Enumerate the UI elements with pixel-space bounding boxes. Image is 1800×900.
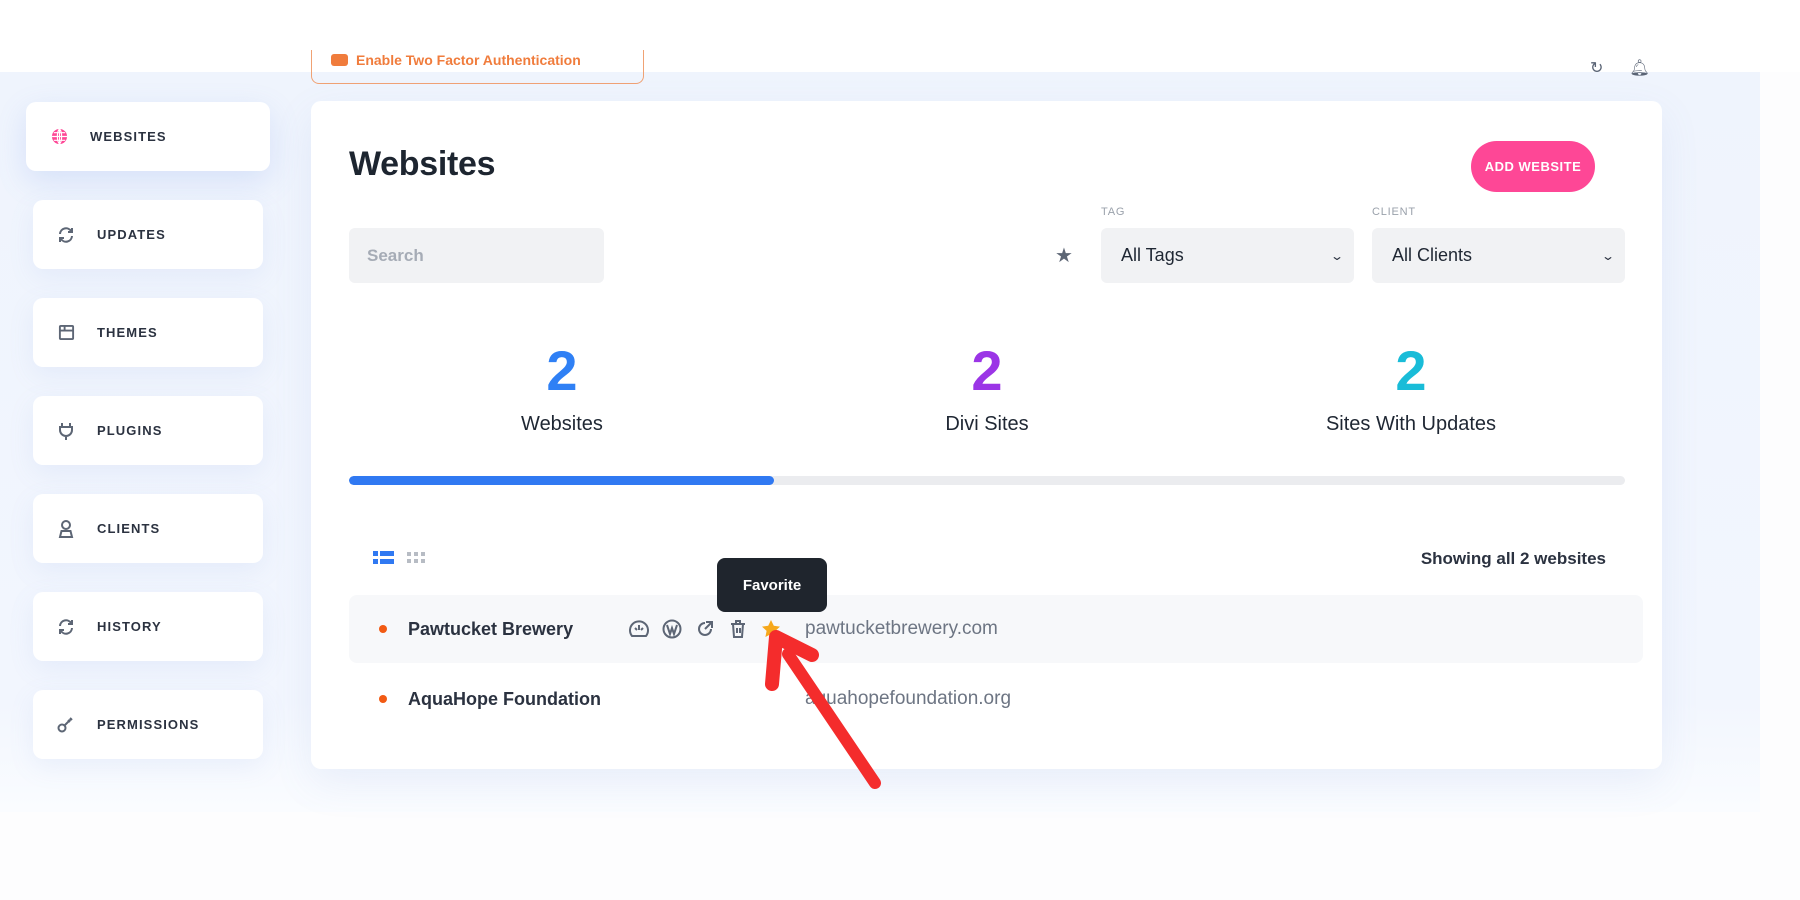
sidebar-item-label: WEBSITES (90, 129, 167, 144)
sidebar-item-label: THEMES (97, 325, 158, 340)
stat-label: Sites With Updates (1325, 413, 1497, 435)
stat-websites[interactable]: 2 Websites (412, 341, 712, 436)
history-icon (57, 618, 75, 636)
stats-tab-indicator (349, 476, 774, 485)
favorite-tooltip: Favorite (717, 558, 827, 612)
site-row[interactable]: Pawtucket Brewery pawtucketbrewery.com (349, 595, 1643, 663)
site-row[interactable]: AquaHope Foundation aquahopefoundation.o… (349, 665, 1643, 733)
wordpress-icon[interactable] (661, 618, 683, 640)
external-link-icon[interactable] (694, 618, 716, 640)
site-url[interactable]: aquahopefoundation.org (805, 688, 1011, 710)
top-icons: ↻ 🔔︎ (1590, 58, 1650, 78)
enable-2fa-label: Enable Two Factor Authentication (356, 51, 581, 68)
websites-panel: Websites ADD WEBSITE ★ TAG All Tags ⌄ CL… (311, 101, 1662, 769)
row-actions (628, 618, 782, 640)
sidebar-item-permissions[interactable]: PERMISSIONS (33, 690, 263, 759)
tag-select-value: All Tags (1121, 245, 1184, 265)
chevron-down-icon: ⌄ (1600, 248, 1616, 263)
chevron-down-icon: ⌄ (1329, 248, 1345, 263)
key-icon (57, 716, 75, 734)
sidebar-item-websites[interactable]: WEBSITES (26, 102, 270, 171)
stat-value: 2 (546, 339, 578, 402)
sidebar-item-plugins[interactable]: PLUGINS (33, 396, 263, 465)
stat-value: 2 (971, 339, 1003, 402)
theme-window-icon (57, 324, 75, 342)
trash-icon[interactable] (727, 618, 749, 640)
notification-bell-icon[interactable]: 🔔︎ (1629, 58, 1649, 78)
tag-filter-label: TAG (1101, 206, 1126, 218)
tag-select[interactable]: All Tags ⌄ (1101, 228, 1354, 283)
enable-2fa-button[interactable]: Enable Two Factor Authentication (311, 50, 644, 84)
add-website-button[interactable]: ADD WEBSITE (1471, 141, 1595, 192)
client-select-value: All Clients (1392, 245, 1473, 265)
search-input[interactable] (349, 228, 604, 283)
page-title: Websites (349, 145, 496, 183)
user-icon (57, 519, 75, 538)
grid-view-icon[interactable] (407, 550, 427, 571)
showing-count: Showing all 2 websites (1420, 549, 1606, 568)
dashboard-icon[interactable] (628, 618, 650, 640)
refresh-icon (57, 226, 75, 244)
stat-sites-with-updates[interactable]: 2 Sites With Updates (1261, 341, 1561, 436)
plug-icon (57, 422, 75, 440)
sidebar-item-label: CLIENTS (97, 521, 161, 536)
sidebar-item-label: PERMISSIONS (97, 717, 200, 732)
globe-icon (50, 128, 68, 146)
stat-label: Websites (521, 413, 603, 435)
stats-tab-indicator-track (349, 476, 1625, 485)
refresh-icon[interactable]: ↻ (1590, 58, 1603, 78)
stat-label: Divi Sites (945, 413, 1029, 435)
client-filter-label: CLIENT (1372, 206, 1416, 218)
sidebar-item-history[interactable]: HISTORY (33, 592, 263, 661)
lock-icon (331, 53, 348, 66)
status-dot (379, 695, 387, 703)
favorites-filter-star-icon[interactable]: ★ (1055, 243, 1073, 268)
stat-divi-sites[interactable]: 2 Divi Sites (837, 341, 1137, 436)
site-name[interactable]: AquaHope Foundation (408, 689, 628, 710)
sidebar-item-clients[interactable]: CLIENTS (33, 494, 263, 563)
top-bar (0, 0, 1800, 72)
list-view-icon[interactable] (373, 550, 395, 571)
sidebar-item-label: PLUGINS (97, 423, 163, 438)
client-select[interactable]: All Clients ⌄ (1372, 228, 1625, 283)
sidebar-item-label: UPDATES (97, 227, 166, 242)
site-url[interactable]: pawtucketbrewery.com (805, 618, 998, 640)
stat-value: 2 (1395, 339, 1427, 402)
sidebar-item-updates[interactable]: UPDATES (33, 200, 263, 269)
sidebar-item-themes[interactable]: THEMES (33, 298, 263, 367)
favorite-star-icon[interactable] (760, 618, 782, 640)
sidebar-item-label: HISTORY (97, 619, 162, 634)
status-dot (379, 625, 387, 633)
site-name[interactable]: Pawtucket Brewery (408, 619, 628, 640)
